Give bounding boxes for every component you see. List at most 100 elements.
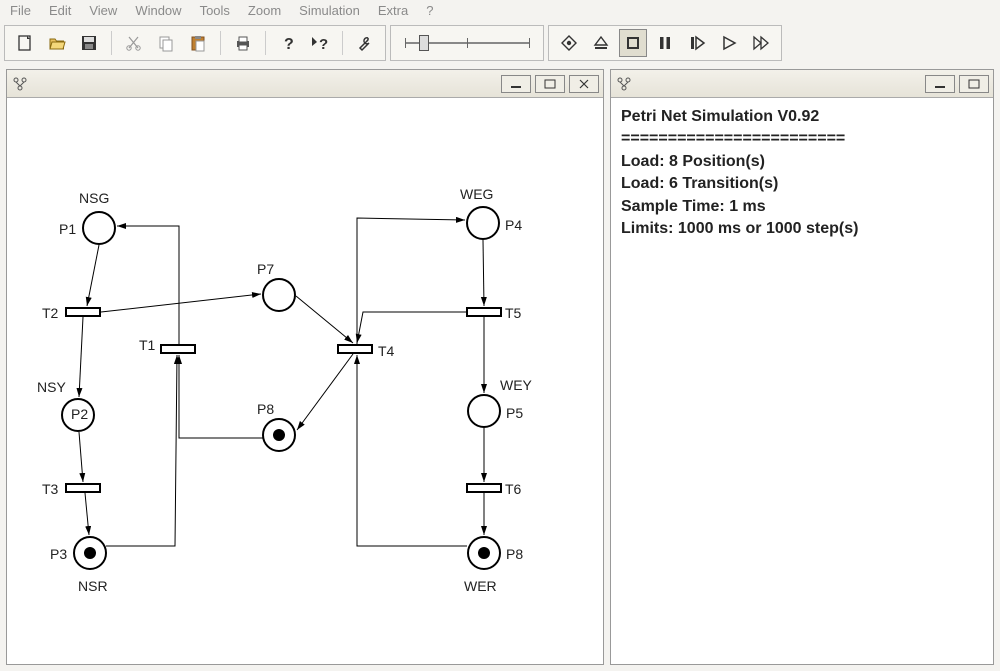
context-help-icon: ? — [309, 34, 331, 52]
svg-text:?: ? — [319, 36, 328, 52]
transition-t6[interactable] — [466, 483, 502, 493]
context-help-button[interactable]: ? — [306, 29, 334, 57]
help-icon: ? — [279, 34, 297, 52]
step-button[interactable] — [683, 29, 711, 57]
help-button[interactable]: ? — [274, 29, 302, 57]
transition-t1[interactable] — [160, 344, 196, 354]
open-button[interactable] — [43, 29, 71, 57]
place-p8[interactable] — [262, 418, 296, 452]
svg-text:?: ? — [284, 36, 294, 52]
place-p6[interactable] — [467, 536, 501, 570]
print-button[interactable] — [229, 29, 257, 57]
menu-file[interactable]: File — [10, 3, 31, 18]
toolbar-sep — [342, 31, 343, 55]
cut-icon — [125, 34, 143, 52]
canvas-area[interactable]: P1 NSG P2 NSY P3 NSR P4 WEG P5 WEY P8 WE… — [7, 98, 603, 664]
eject-icon — [592, 34, 610, 52]
paste-icon — [189, 34, 207, 52]
sim-line-sample: Sample Time: 1 ms — [621, 196, 983, 218]
min-icon — [934, 79, 946, 89]
petri-canvas[interactable]: P1 NSG P2 NSY P3 NSR P4 WEG P5 WEY P8 WE… — [7, 98, 603, 664]
label-p3: P3 — [50, 546, 67, 562]
new-file-icon — [16, 34, 34, 52]
sim-line-positions: Load: 8 Position(s) — [621, 151, 983, 173]
menu-simulation[interactable]: Simulation — [299, 3, 360, 18]
toolbar-sep — [220, 31, 221, 55]
label-p1: P1 — [59, 221, 76, 237]
net-icon — [11, 75, 29, 93]
place-p7[interactable] — [262, 278, 296, 312]
panel-close-button[interactable] — [569, 75, 599, 93]
place-p4[interactable] — [466, 206, 500, 240]
place-p1[interactable] — [82, 211, 116, 245]
fast-forward-button[interactable] — [747, 29, 775, 57]
toolbar-sep — [111, 31, 112, 55]
save-floppy-icon — [80, 34, 98, 52]
center-button[interactable] — [555, 29, 583, 57]
label-wey: WEY — [500, 377, 532, 393]
target-icon — [560, 34, 578, 52]
label-nsr: NSR — [78, 578, 108, 594]
place-p5[interactable] — [467, 394, 501, 428]
wrench-icon — [356, 34, 374, 52]
panel-min-button[interactable] — [501, 75, 531, 93]
simulation-panel-titlebar — [611, 70, 993, 98]
token — [478, 547, 490, 559]
toolbar-group-slider — [390, 25, 544, 61]
min-icon — [510, 79, 522, 89]
label-p4: P4 — [505, 217, 522, 233]
sim-line-limits: Limits: 1000 ms or 1000 step(s) — [621, 218, 983, 240]
play-icon — [720, 34, 738, 52]
copy-icon — [157, 34, 175, 52]
stop-button[interactable] — [619, 29, 647, 57]
label-nsy: NSY — [37, 379, 66, 395]
menu-view[interactable]: View — [89, 3, 117, 18]
workspace: P1 NSG P2 NSY P3 NSR P4 WEG P5 WEY P8 WE… — [0, 63, 1000, 671]
toolbar-group-sim — [548, 25, 782, 61]
fast-forward-icon — [752, 34, 770, 52]
menubar: File Edit View Window Tools Zoom Simulat… — [0, 0, 1000, 23]
canvas-panel: P1 NSG P2 NSY P3 NSR P4 WEG P5 WEY P8 WE… — [6, 69, 604, 665]
label-p7: P7 — [257, 261, 274, 277]
transition-t4[interactable] — [337, 344, 373, 354]
toolbar-group-main: ? ? — [4, 25, 386, 61]
label-t5: T5 — [505, 305, 521, 321]
transition-t2[interactable] — [65, 307, 101, 317]
menu-help[interactable]: ? — [426, 3, 433, 18]
eject-button[interactable] — [587, 29, 615, 57]
toolbar: ? ? — [0, 23, 1000, 63]
close-icon — [578, 79, 590, 89]
menu-edit[interactable]: Edit — [49, 3, 71, 18]
label-t2: T2 — [42, 305, 58, 321]
simulation-panel: Petri Net Simulation V0.92 =============… — [610, 69, 994, 665]
stop-icon — [624, 34, 642, 52]
place-p3[interactable] — [73, 536, 107, 570]
max-icon — [544, 79, 556, 89]
panel-min-button[interactable] — [925, 75, 955, 93]
label-t4: T4 — [378, 343, 394, 359]
label-t6: T6 — [505, 481, 521, 497]
new-button[interactable] — [11, 29, 39, 57]
label-p6: P8 — [506, 546, 523, 562]
panel-max-button[interactable] — [535, 75, 565, 93]
menu-zoom[interactable]: Zoom — [248, 3, 281, 18]
panel-max-button[interactable] — [959, 75, 989, 93]
copy-button[interactable] — [152, 29, 180, 57]
token — [273, 429, 285, 441]
speed-slider[interactable] — [397, 42, 537, 44]
paste-button[interactable] — [184, 29, 212, 57]
menu-tools[interactable]: Tools — [200, 3, 230, 18]
menu-window[interactable]: Window — [135, 3, 181, 18]
token — [84, 547, 96, 559]
pause-button[interactable] — [651, 29, 679, 57]
settings-button[interactable] — [351, 29, 379, 57]
transition-t5[interactable] — [466, 307, 502, 317]
menu-extra[interactable]: Extra — [378, 3, 408, 18]
simulation-log: Petri Net Simulation V0.92 =============… — [611, 98, 993, 664]
print-icon — [234, 34, 252, 52]
transition-t3[interactable] — [65, 483, 101, 493]
play-button[interactable] — [715, 29, 743, 57]
slider-handle[interactable] — [419, 35, 429, 51]
save-button[interactable] — [75, 29, 103, 57]
cut-button[interactable] — [120, 29, 148, 57]
